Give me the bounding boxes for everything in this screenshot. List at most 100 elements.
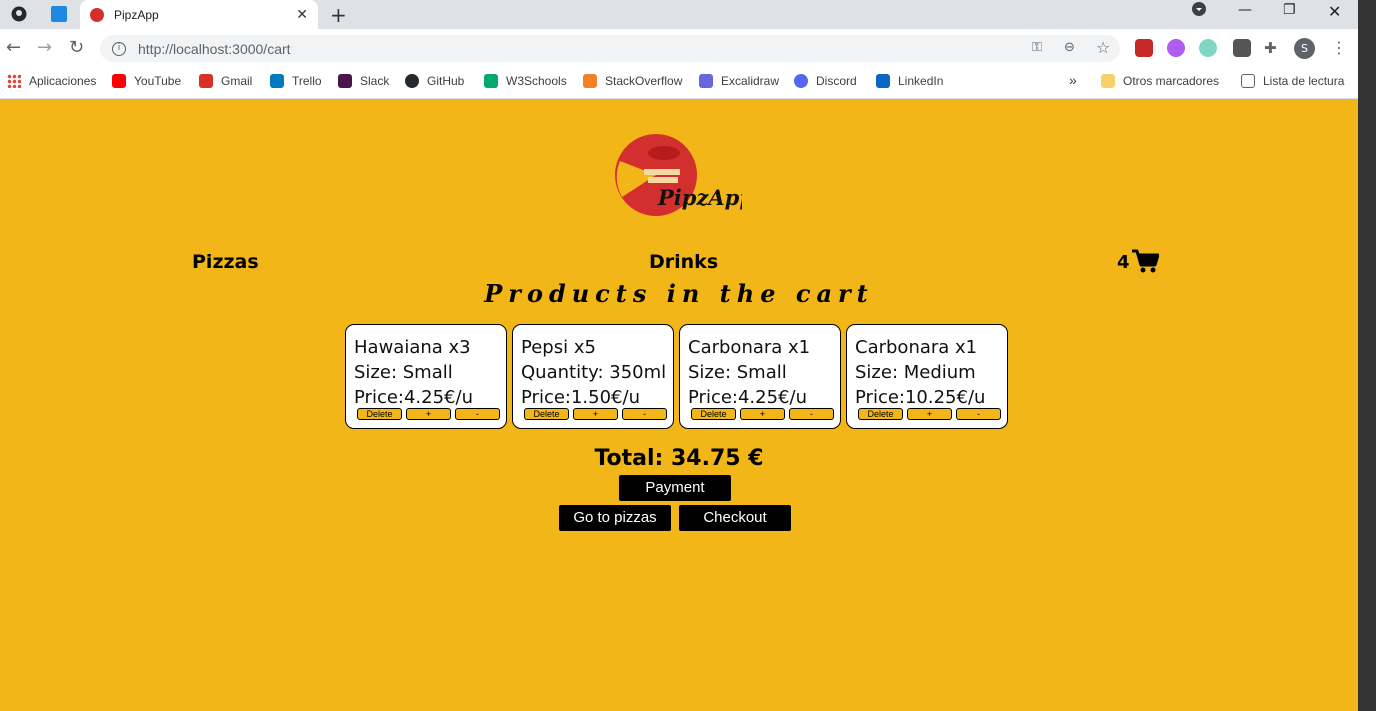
increment-button[interactable]: + bbox=[406, 408, 451, 420]
item-price: Price:1.50€/u bbox=[521, 387, 640, 408]
bookmark-label: Otros marcadores bbox=[1123, 74, 1220, 88]
site-info-icon[interactable]: i bbox=[112, 41, 126, 56]
restore-icon[interactable]: ❐ bbox=[1283, 2, 1296, 18]
cart-link[interactable]: 4 bbox=[1117, 249, 1159, 273]
item-detail: Size: Small bbox=[354, 362, 453, 383]
delete-button[interactable]: Delete bbox=[524, 408, 569, 420]
bookmark-label: GitHub bbox=[427, 74, 465, 88]
reload-icon[interactable]: ↻ bbox=[69, 37, 84, 58]
menu-icon[interactable]: ⋮ bbox=[1331, 38, 1347, 57]
forward-icon[interactable]: → bbox=[37, 37, 52, 58]
payment-button[interactable]: Payment bbox=[619, 475, 731, 501]
cart-heading: Products in the cart bbox=[484, 279, 874, 308]
more-bookmarks-button[interactable]: » bbox=[1069, 72, 1077, 88]
bookmark-label: Excalidraw bbox=[721, 74, 780, 88]
reading-list-button[interactable]: Lista de lectura bbox=[1241, 74, 1344, 88]
apps-grid-icon bbox=[7, 74, 21, 88]
cart-item-card: Pepsi x5 Quantity: 350ml Price:1.50€/u D… bbox=[512, 324, 674, 429]
active-tab[interactable]: PipzApp ✕ bbox=[80, 0, 318, 29]
nav-drinks-link[interactable]: Drinks bbox=[649, 251, 718, 273]
item-price: Price:4.25€/u bbox=[354, 387, 473, 408]
stackoverflow-icon bbox=[583, 74, 597, 88]
increment-button[interactable]: + bbox=[573, 408, 618, 420]
bookmark-label: Slack bbox=[360, 74, 390, 88]
w3schools-icon bbox=[484, 74, 498, 88]
increment-button[interactable]: + bbox=[740, 408, 785, 420]
bookmarks-bar: Aplicaciones YouTube Gmail Trello Slack … bbox=[0, 68, 1358, 99]
profile-avatar[interactable]: S bbox=[1294, 38, 1315, 59]
cart-item-card: Carbonara x1 Size: Small Price:4.25€/u D… bbox=[679, 324, 841, 429]
item-name: Carbonara x1 bbox=[855, 337, 978, 358]
trello-icon bbox=[270, 74, 284, 88]
ibb-pinned-tab[interactable] bbox=[47, 3, 71, 25]
tab-strip: PipzApp ✕ + — ❐ ✕ bbox=[0, 0, 1358, 29]
decrement-button[interactable]: - bbox=[622, 408, 667, 420]
increment-button[interactable]: + bbox=[907, 408, 952, 420]
slack-icon bbox=[338, 74, 352, 88]
bookmark-stackoverflow[interactable]: StackOverflow bbox=[583, 74, 682, 88]
bookmark-star-icon[interactable]: ☆ bbox=[1096, 38, 1110, 57]
address-bar[interactable]: i http://localhost:3000/cart bbox=[100, 35, 1120, 62]
decrement-button[interactable]: - bbox=[956, 408, 1001, 420]
bookmark-youtube[interactable]: YouTube bbox=[112, 74, 181, 88]
new-tab-icon[interactable]: + bbox=[330, 3, 347, 27]
delete-button[interactable]: Delete bbox=[858, 408, 903, 420]
bookmark-label: YouTube bbox=[134, 74, 182, 88]
go-to-pizzas-button[interactable]: Go to pizzas bbox=[559, 505, 671, 531]
url-text: http://localhost:3000/cart bbox=[138, 40, 291, 57]
cart-total: Total: 34.75 € bbox=[594, 446, 764, 471]
decrement-button[interactable]: - bbox=[455, 408, 500, 420]
bookmark-discord[interactable]: Discord bbox=[794, 74, 857, 88]
bookmark-w3schools[interactable]: W3Schools bbox=[484, 74, 567, 88]
decrement-button[interactable]: - bbox=[789, 408, 834, 420]
zoom-icon[interactable]: ⊖ bbox=[1064, 40, 1075, 55]
cart-count: 4 bbox=[1117, 252, 1130, 273]
window-close-icon[interactable]: ✕ bbox=[1328, 2, 1341, 21]
bookmark-label: W3Schools bbox=[506, 74, 567, 88]
github-icon bbox=[11, 6, 27, 22]
github-pinned-tab[interactable] bbox=[7, 3, 31, 25]
bookmark-label: Trello bbox=[292, 74, 322, 88]
item-name: Carbonara x1 bbox=[688, 337, 811, 358]
bookmark-label: Discord bbox=[816, 74, 857, 88]
bookmark-label: Aplicaciones bbox=[29, 74, 97, 88]
bookmark-trello[interactable]: Trello bbox=[270, 74, 322, 88]
back-icon[interactable]: ← bbox=[6, 37, 21, 58]
extensions-puzzle-icon[interactable]: ✚ bbox=[1264, 39, 1277, 57]
pipzapp-logo[interactable]: PipzApp bbox=[612, 131, 742, 219]
bookmark-label: Lista de lectura bbox=[1263, 74, 1345, 88]
bookmark-github[interactable]: GitHub bbox=[405, 74, 464, 88]
github-icon bbox=[405, 74, 419, 88]
devtools-strip bbox=[1358, 0, 1376, 711]
minimize-icon[interactable]: — bbox=[1238, 2, 1252, 18]
bookmark-gmail[interactable]: Gmail bbox=[199, 74, 252, 88]
bookmark-excalidraw[interactable]: Excalidraw bbox=[699, 74, 779, 88]
key-icon[interactable]: ⚿ bbox=[1032, 40, 1042, 55]
item-price: Price:4.25€/u bbox=[688, 387, 807, 408]
delete-button[interactable]: Delete bbox=[691, 408, 736, 420]
checkout-button[interactable]: Checkout bbox=[679, 505, 791, 531]
reading-list-icon bbox=[1241, 74, 1255, 88]
logo-text: PipzApp bbox=[657, 185, 742, 210]
cart-page: PipzApp Pizzas Drinks 4 Products in the … bbox=[0, 99, 1358, 711]
other-bookmarks-folder[interactable]: Otros marcadores bbox=[1101, 74, 1219, 88]
delete-button[interactable]: Delete bbox=[357, 408, 402, 420]
item-detail: Size: Medium bbox=[855, 362, 976, 383]
discord-icon bbox=[794, 74, 808, 88]
item-detail: Quantity: 350ml bbox=[521, 362, 667, 383]
bookmark-linkedin[interactable]: LinkedIn bbox=[876, 74, 943, 88]
cart-items: Hawaiana x3 Size: Small Price:4.25€/u De… bbox=[345, 324, 1008, 429]
cart-item-card: Carbonara x1 Size: Medium Price:10.25€/u… bbox=[846, 324, 1008, 429]
extension-icon[interactable] bbox=[1233, 39, 1251, 57]
gmail-icon bbox=[199, 74, 213, 88]
bookmark-slack[interactable]: Slack bbox=[338, 74, 389, 88]
close-icon[interactable]: ✕ bbox=[296, 7, 308, 23]
extension-icon[interactable] bbox=[1135, 39, 1153, 57]
extension-icon[interactable] bbox=[1167, 39, 1185, 57]
youtube-icon bbox=[112, 74, 126, 88]
bookmark-apps[interactable]: Aplicaciones bbox=[7, 74, 96, 88]
extension-icon[interactable] bbox=[1199, 39, 1217, 57]
nav-pizzas-link[interactable]: Pizzas bbox=[192, 251, 259, 273]
cart-item-card: Hawaiana x3 Size: Small Price:4.25€/u De… bbox=[345, 324, 507, 429]
tab-search-icon[interactable] bbox=[1192, 2, 1206, 20]
